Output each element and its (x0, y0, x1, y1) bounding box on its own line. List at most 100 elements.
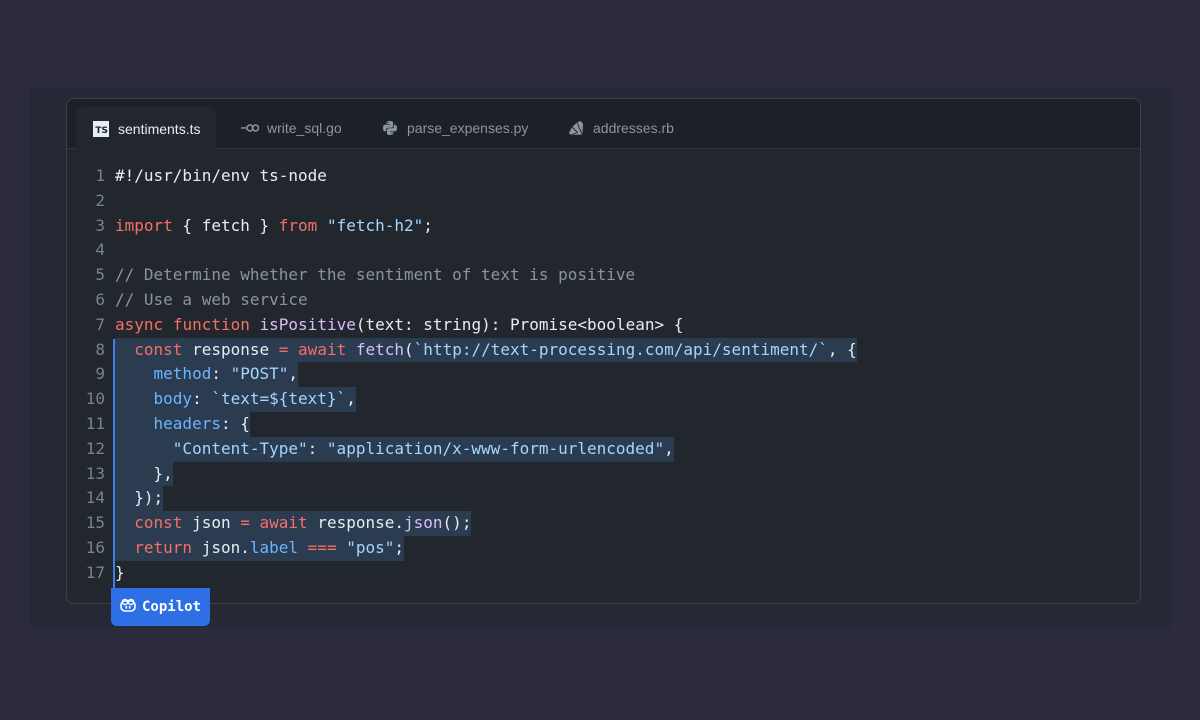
code-text: }); (115, 486, 164, 512)
line-number: 12 (85, 438, 105, 458)
code-token: response (182, 339, 279, 359)
code-token: }); (115, 488, 164, 508)
code-text: body: `text=${text}`, (115, 387, 356, 412)
code-token: (); (442, 513, 472, 533)
code-line: 2 (67, 189, 1140, 214)
line-number: 3 (95, 215, 105, 235)
code-line: 11 headers: { (67, 411, 1140, 437)
code-token: function (172, 314, 250, 334)
tab-parse-expenses-py[interactable]: parse_expenses.py (365, 107, 544, 149)
code-text: const json = await response.json(); (115, 511, 472, 536)
ruby-icon (567, 119, 585, 137)
tab-addresses-rb[interactable]: addresses.rb (551, 107, 690, 149)
code-token: , (664, 438, 674, 458)
code-token: ; (423, 215, 433, 235)
code-token: json (404, 513, 443, 533)
python-icon (381, 119, 399, 137)
code-token: await (298, 339, 347, 359)
code-line: 16 return json.label === "pos"; (67, 535, 1140, 561)
code-token: { fetch } (172, 215, 279, 235)
line-number: 13 (85, 463, 105, 483)
line-number: 2 (95, 190, 105, 210)
code-token: "Content-Type" (172, 438, 308, 458)
code-line: 14 }); (67, 486, 1140, 512)
tab-label: addresses.rb (593, 120, 674, 136)
typescript-icon: TS (92, 120, 110, 138)
code-text: // Determine whether the sentiment of te… (115, 263, 635, 288)
line-number: 9 (95, 364, 105, 384)
code-text: const response = await fetch(`http://tex… (115, 337, 857, 363)
code-token: : { (220, 413, 250, 433)
code-token: : (307, 438, 327, 458)
code-token: "fetch-h2" (326, 215, 424, 235)
line-number: 7 (95, 314, 105, 334)
line-number: 15 (85, 513, 105, 533)
code-line: 17} (67, 561, 1140, 586)
code-text: // Use a web service (115, 288, 308, 313)
code-token: label (249, 537, 299, 557)
code-line: 3 import { fetch } from "fetch-h2"; (67, 214, 1140, 239)
line-number: 17 (85, 562, 105, 582)
code-line: 9 method: "POST", (67, 362, 1140, 388)
code-token: headers (153, 413, 221, 433)
code-area[interactable]: 1 #!/usr/bin/env ts-node 2 3 import { fetch … (67, 164, 1140, 586)
code-line: 8 const response = await fetch(`http://t… (67, 337, 1140, 363)
line-number: 1 (95, 166, 105, 185)
tab-bar: TS sentiments.ts write_sql.go parse_expe… (67, 99, 1140, 150)
code-text: method: "POST", (115, 362, 299, 388)
code-line: 13 }, (67, 461, 1140, 487)
code-token: fetch (355, 339, 405, 359)
code-text: headers: { (115, 411, 250, 437)
code-token: isPositive (259, 314, 356, 334)
code-token: : (211, 364, 231, 384)
code-token: ; (394, 537, 405, 557)
code-token: const (134, 339, 183, 359)
code-token: = (278, 339, 289, 359)
code-token: #!/usr/bin/env ts-node (115, 166, 327, 185)
code-line: 5 // Determine whether the sentiment of t… (67, 263, 1140, 288)
line-number: 14 (85, 488, 105, 508)
code-token: // Use a web service (115, 289, 308, 309)
line-number: 11 (85, 413, 105, 433)
code-token: method (153, 364, 212, 384)
code-token: , (288, 364, 299, 384)
code-token: body (153, 389, 193, 409)
code-token: const (134, 513, 183, 533)
code-token: "application/x-www-form-urlencoded" (326, 438, 665, 458)
code-text: }, (115, 461, 173, 487)
code-text: return json.label === "pos"; (115, 535, 405, 561)
code-token: , { (827, 339, 857, 359)
line-number: 4 (95, 240, 105, 260)
code-token: "POST" (230, 364, 289, 384)
code-token: async (115, 314, 164, 334)
copilot-button[interactable]: Copilot (111, 588, 210, 626)
line-number: 8 (95, 339, 105, 359)
tab-write-sql-go[interactable]: write_sql.go (225, 107, 358, 149)
tab-sentiments-ts[interactable]: TS sentiments.ts (76, 107, 217, 150)
code-token: `text=${text}` (211, 389, 347, 409)
code-editor: TS sentiments.ts write_sql.go parse_expe… (66, 98, 1141, 604)
code-token: : (192, 389, 212, 409)
line-number: 6 (95, 289, 105, 309)
line-number: 10 (85, 389, 105, 409)
code-text: #!/usr/bin/env ts-node (115, 164, 327, 189)
code-token: json (182, 513, 241, 533)
tab-label: parse_expenses.py (407, 120, 529, 136)
copilot-icon (120, 598, 136, 616)
code-token: === (307, 537, 337, 557)
code-text: import { fetch } from "fetch-h2"; (115, 214, 433, 239)
code-token: await (259, 513, 308, 533)
